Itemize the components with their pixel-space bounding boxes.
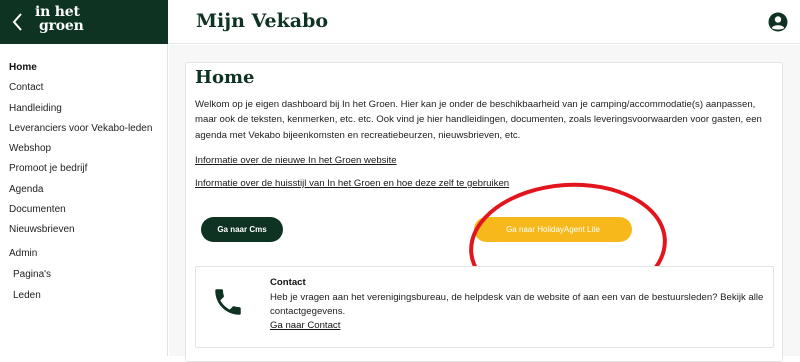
logo-line1: in het [35, 4, 80, 20]
contact-description: Heb je vragen aan het verenigingsbureau,… [270, 292, 764, 318]
user-circle-icon[interactable] [768, 12, 788, 32]
sidebar-item-nieuwsbrieven[interactable]: Nieuwsbrieven [0, 220, 167, 240]
contact-box: Contact Heb je vragen aan het vereniging… [195, 266, 774, 348]
sidebar-item-leden[interactable]: Leden [0, 285, 167, 307]
page-title: Mijn Vekabo [196, 10, 329, 32]
sidebar-item-promoot[interactable]: Promoot je bedrijf [0, 159, 167, 179]
sidebar-item-home[interactable]: Home [0, 58, 167, 78]
sidebar-item-paginas[interactable]: Pagina's [0, 264, 167, 286]
website-info-link[interactable]: Informatie over de nieuwe In het Groen w… [195, 155, 397, 166]
logo-line2: groen [39, 18, 84, 34]
sidebar-item-leveranciers[interactable]: Leveranciers voor Vekabo-leden [0, 119, 167, 139]
sidebar-item-admin[interactable]: Admin [0, 244, 167, 264]
contact-link[interactable]: Ga naar Contact [270, 320, 340, 331]
sidebar-item-contact[interactable]: Contact [0, 78, 167, 98]
cms-button[interactable]: Ga naar Cms [201, 217, 283, 242]
header: Mijn Vekabo [168, 0, 800, 44]
sidebar-item-webshop[interactable]: Webshop [0, 139, 167, 159]
home-card: Home Welkom op je eigen dashboard bij In… [185, 62, 783, 362]
main-content: Home Welkom op je eigen dashboard bij In… [169, 45, 800, 362]
huisstijl-info-link[interactable]: Informatie over de huisstijl van In het … [195, 178, 509, 189]
sidebar-item-handleiding[interactable]: Handleiding [0, 99, 167, 119]
sidebar-item-agenda[interactable]: Agenda [0, 180, 167, 200]
logo[interactable]: in het groen [35, 5, 84, 33]
section-heading: Home [195, 67, 255, 88]
sidebar-item-documenten[interactable]: Documenten [0, 200, 167, 220]
brand-bar: in het groen [0, 0, 168, 44]
holidayagent-button[interactable]: Ga naar HolidayAgent Lite [474, 217, 632, 242]
sidebar: Home Contact Handleiding Leveranciers vo… [0, 44, 168, 356]
contact-title: Contact [270, 277, 306, 288]
intro-text: Welkom op je eigen dashboard bij In het … [195, 99, 762, 141]
chevron-left-icon[interactable] [9, 10, 27, 34]
phone-icon [215, 289, 241, 315]
